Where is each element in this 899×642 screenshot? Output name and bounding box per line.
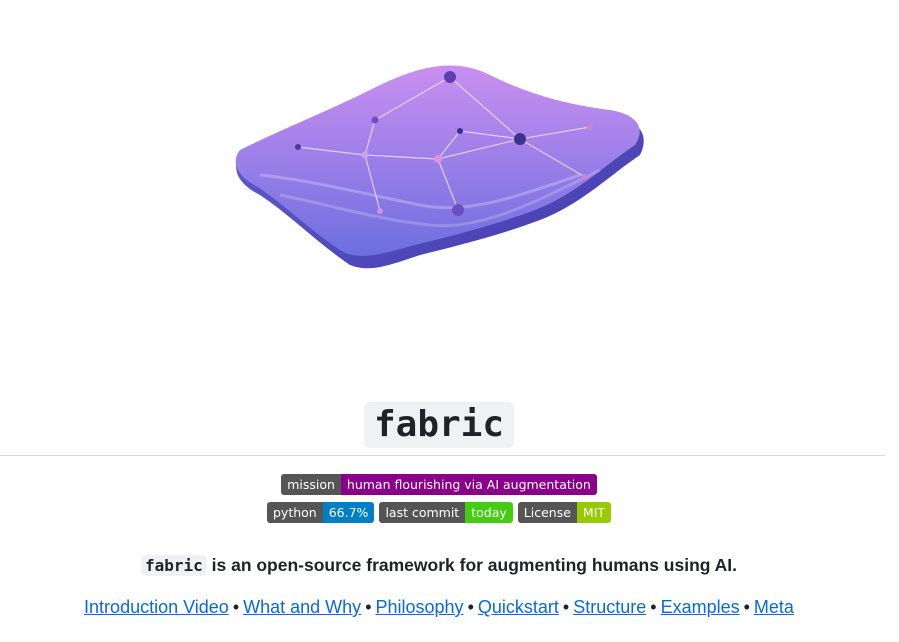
badge-label: License: [517, 502, 577, 523]
divider: [0, 455, 885, 456]
badge-value: MIT: [576, 502, 612, 523]
badge-row-mission: mission human flourishing via AI augment…: [0, 474, 878, 495]
nav-link-quickstart[interactable]: Quickstart: [478, 597, 559, 617]
nav-link-meta[interactable]: Meta: [754, 597, 794, 617]
section-nav: Introduction Video • What and Why • Philosop…: [0, 597, 878, 618]
description-text: is an open-source framework for augmenti…: [206, 555, 738, 575]
page-title-wrap: fabric: [0, 402, 878, 448]
badge-label: python: [266, 502, 323, 523]
fabric-logo-icon: [220, 55, 660, 285]
nav-separator: •: [467, 597, 474, 617]
nav-link-structure[interactable]: Structure: [573, 597, 646, 617]
nav-link-what-and-why[interactable]: What and Why: [243, 597, 361, 617]
nav-separator: •: [562, 597, 570, 617]
nav-link-introduction-video[interactable]: Introduction Video: [84, 597, 229, 617]
description-code: fabric: [140, 555, 207, 576]
badge-row-status: python 66.7% last commit today License M…: [0, 502, 878, 523]
nav-separator: •: [232, 597, 240, 617]
badge-value: today: [465, 502, 513, 523]
nav-link-examples[interactable]: Examples: [661, 597, 740, 617]
last-commit-badge[interactable]: last commit today: [379, 502, 513, 523]
nav-separator: •: [650, 597, 657, 617]
badge-value: human flourishing via AI augmentation: [340, 474, 597, 495]
nav-link-philosophy[interactable]: Philosophy: [376, 597, 464, 617]
mission-badge[interactable]: mission human flourishing via AI augment…: [281, 474, 597, 495]
page-title: fabric: [363, 402, 515, 448]
badge-value: 66.7%: [322, 502, 375, 523]
badge-label: mission: [281, 474, 341, 495]
badge-label: last commit: [379, 502, 466, 523]
python-badge[interactable]: python 66.7%: [266, 502, 375, 523]
nav-separator: •: [365, 597, 372, 617]
license-badge[interactable]: License MIT: [517, 502, 612, 523]
nav-separator: •: [743, 597, 750, 617]
description: fabric is an open-source framework for a…: [0, 555, 878, 576]
